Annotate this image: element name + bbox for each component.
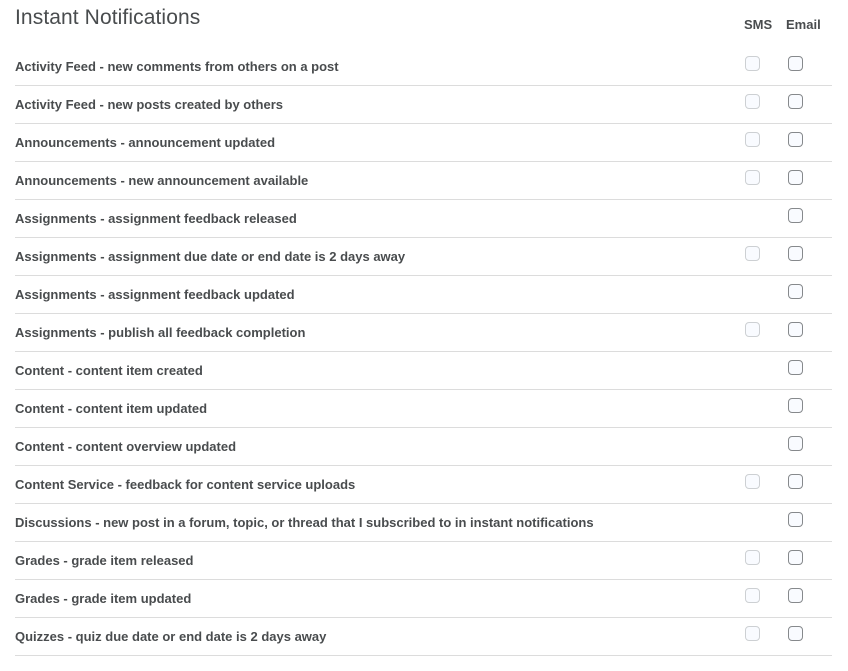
- email-checkbox[interactable]: [788, 550, 803, 565]
- notifications-header: Instant Notifications SMS Email: [0, 0, 848, 48]
- notification-label: Activity Feed - new comments from others…: [15, 59, 339, 74]
- notification-label: Announcements - announcement updated: [15, 135, 276, 150]
- sms-checkbox[interactable]: [745, 246, 760, 261]
- notification-row: Quizzes - quiz due date or end date is 2…: [15, 618, 832, 656]
- notification-label: Content - content item updated: [15, 401, 208, 416]
- notification-row: Assignments - assignment feedback update…: [15, 276, 832, 314]
- sms-checkbox[interactable]: [745, 94, 760, 109]
- notification-row: Grades - grade item updated: [15, 580, 832, 618]
- email-checkbox[interactable]: [788, 360, 803, 375]
- email-checkbox[interactable]: [788, 512, 803, 527]
- notification-label: Content - content overview updated: [15, 439, 237, 454]
- notification-row: Content Service - feedback for content s…: [15, 466, 832, 504]
- email-checkbox[interactable]: [788, 436, 803, 451]
- notification-label: Assignments - assignment feedback update…: [15, 287, 295, 302]
- email-checkbox[interactable]: [788, 398, 803, 413]
- notification-row: Announcements - new announcement availab…: [15, 162, 832, 200]
- notification-label: Assignments - assignment feedback releas…: [15, 211, 297, 226]
- sms-checkbox[interactable]: [745, 56, 760, 71]
- notification-label: Content - content item created: [15, 363, 203, 378]
- notification-row: Discussions - new post in a forum, topic…: [15, 504, 832, 542]
- notification-row: Activity Feed - new comments from others…: [15, 48, 832, 86]
- email-checkbox[interactable]: [788, 56, 803, 71]
- email-column-header: Email: [786, 17, 821, 32]
- sms-checkbox[interactable]: [745, 474, 760, 489]
- notification-list: Activity Feed - new comments from others…: [15, 48, 832, 656]
- sms-checkbox[interactable]: [745, 626, 760, 641]
- sms-checkbox[interactable]: [745, 322, 760, 337]
- email-checkbox[interactable]: [788, 132, 803, 147]
- page-title: Instant Notifications: [15, 6, 201, 29]
- sms-checkbox[interactable]: [745, 550, 760, 565]
- notification-row: Assignments - publish all feedback compl…: [15, 314, 832, 352]
- notification-label: Grades - grade item updated: [15, 591, 192, 606]
- notification-label: Grades - grade item released: [15, 553, 194, 568]
- notification-row: Content - content overview updated: [15, 428, 832, 466]
- email-checkbox[interactable]: [788, 94, 803, 109]
- sms-checkbox[interactable]: [745, 588, 760, 603]
- email-checkbox[interactable]: [788, 246, 803, 261]
- email-checkbox[interactable]: [788, 170, 803, 185]
- email-checkbox[interactable]: [788, 208, 803, 223]
- sms-checkbox[interactable]: [745, 170, 760, 185]
- notification-label: Assignments - assignment due date or end…: [15, 249, 406, 264]
- email-checkbox[interactable]: [788, 588, 803, 603]
- notification-label: Quizzes - quiz due date or end date is 2…: [15, 629, 327, 644]
- email-checkbox[interactable]: [788, 474, 803, 489]
- notification-label: Assignments - publish all feedback compl…: [15, 325, 306, 340]
- notification-label: Activity Feed - new posts created by oth…: [15, 97, 284, 112]
- sms-checkbox[interactable]: [745, 132, 760, 147]
- notification-row: Grades - grade item released: [15, 542, 832, 580]
- notification-row: Announcements - announcement updated: [15, 124, 832, 162]
- email-checkbox[interactable]: [788, 626, 803, 641]
- notification-label: Announcements - new announcement availab…: [15, 173, 309, 188]
- notification-row: Assignments - assignment feedback releas…: [15, 200, 832, 238]
- sms-column-header: SMS: [744, 17, 773, 32]
- notification-label: Discussions - new post in a forum, topic…: [15, 515, 594, 530]
- notification-row: Activity Feed - new posts created by oth…: [15, 86, 832, 124]
- notification-row: Content - content item updated: [15, 390, 832, 428]
- notification-row: Assignments - assignment due date or end…: [15, 238, 832, 276]
- notification-label: Content Service - feedback for content s…: [15, 477, 356, 492]
- email-checkbox[interactable]: [788, 284, 803, 299]
- email-checkbox[interactable]: [788, 322, 803, 337]
- notification-row: Content - content item created: [15, 352, 832, 390]
